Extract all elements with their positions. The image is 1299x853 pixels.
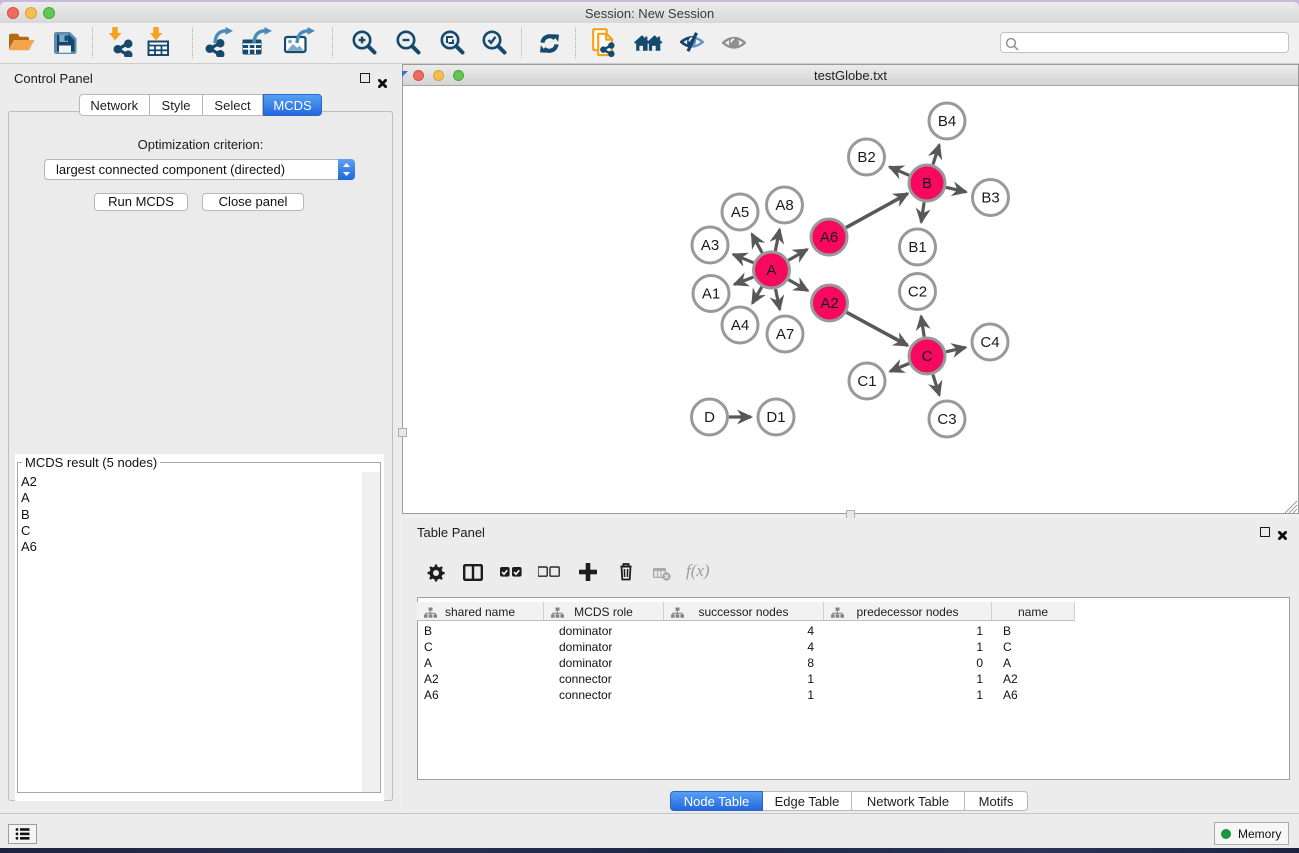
- svg-text:A1: A1: [702, 286, 720, 303]
- svg-text:A4: A4: [731, 317, 749, 334]
- svg-text:A5: A5: [731, 204, 749, 221]
- svg-text:C3: C3: [937, 411, 956, 428]
- svg-text:C4: C4: [980, 334, 999, 351]
- svg-text:A6: A6: [820, 229, 838, 246]
- svg-text:A8: A8: [775, 197, 793, 214]
- svg-text:A3: A3: [701, 237, 719, 254]
- svg-text:C: C: [922, 348, 933, 365]
- svg-text:B2: B2: [857, 149, 875, 166]
- svg-text:D1: D1: [766, 409, 785, 426]
- svg-text:A2: A2: [820, 295, 838, 312]
- svg-text:B3: B3: [981, 190, 999, 207]
- svg-text:C1: C1: [857, 373, 876, 390]
- svg-text:A: A: [766, 262, 776, 279]
- svg-text:B4: B4: [938, 113, 956, 130]
- svg-text:B1: B1: [908, 239, 926, 256]
- svg-text:D: D: [704, 409, 715, 426]
- svg-text:A7: A7: [776, 326, 794, 343]
- svg-text:B: B: [922, 175, 932, 192]
- svg-text:C2: C2: [908, 284, 927, 301]
